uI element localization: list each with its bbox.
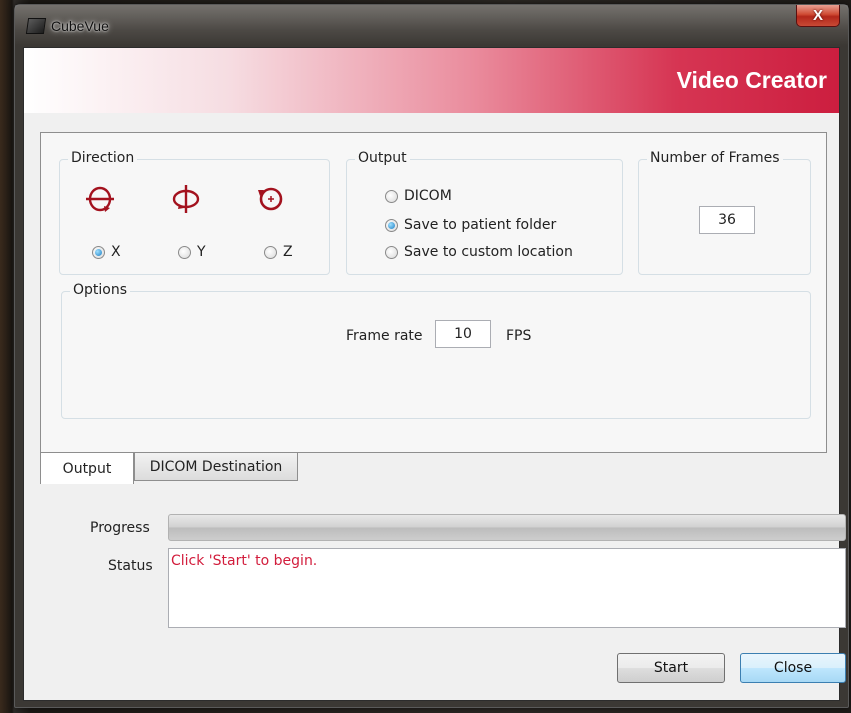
dialog-window: CubeVue X Video Creator Direction X Y Z …	[14, 4, 849, 708]
direction-x-label: X	[111, 244, 121, 260]
window-close-button[interactable]: X	[796, 5, 840, 27]
status-textbox[interactable]: Click 'Start' to begin.	[168, 548, 846, 628]
tab-dicom-destination-label: DICOM Destination	[149, 458, 283, 475]
options-group: Options Frame rate 10 FPS	[61, 282, 811, 419]
tab-dicom-destination[interactable]: DICOM Destination	[134, 452, 298, 481]
close-icon: X	[812, 7, 823, 24]
frame-rate-value: 10	[454, 326, 472, 342]
progress-bar	[168, 514, 846, 541]
direction-group: Direction X Y Z	[59, 150, 330, 275]
start-button[interactable]: Start	[617, 653, 725, 683]
frame-rate-input[interactable]: 10	[435, 320, 491, 348]
status-text: Click 'Start' to begin.	[171, 553, 318, 569]
radio-unchecked-icon	[385, 245, 398, 259]
radio-checked-icon	[385, 218, 398, 232]
radio-unchecked-icon	[178, 245, 191, 259]
tab-output[interactable]: Output	[40, 452, 134, 484]
output-dicom-label: DICOM	[404, 188, 452, 204]
output-dicom-radio[interactable]: DICOM	[385, 188, 452, 204]
output-custom-location-radio[interactable]: Save to custom location	[385, 244, 573, 260]
output-tab-panel: Direction X Y Z Output DICOM Save to pat…	[40, 132, 827, 453]
frames-input[interactable]: 36	[699, 206, 755, 234]
direction-y-label: Y	[197, 244, 206, 260]
window-title: CubeVue	[51, 18, 109, 34]
tab-output-label: Output	[62, 460, 112, 477]
radio-checked-icon	[92, 245, 105, 259]
rotate-y-icon[interactable]	[166, 178, 206, 218]
rotate-z-icon[interactable]	[250, 178, 290, 218]
direction-z-label: Z	[283, 244, 293, 260]
frames-group: Number of Frames 36	[638, 150, 811, 275]
frames-legend: Number of Frames	[647, 150, 783, 166]
output-legend: Output	[355, 150, 410, 166]
cube-app-icon	[25, 18, 47, 34]
direction-y-radio[interactable]: Y	[178, 244, 206, 260]
frame-rate-label: Frame rate	[346, 328, 423, 344]
progress-label: Progress	[90, 520, 150, 536]
close-button[interactable]: Close	[740, 653, 846, 683]
output-custom-location-label: Save to custom location	[404, 244, 573, 260]
banner-title: Video Creator	[676, 67, 827, 93]
output-patient-folder-radio[interactable]: Save to patient folder	[385, 217, 556, 233]
options-legend: Options	[70, 282, 131, 298]
radio-unchecked-icon	[385, 189, 398, 203]
output-group: Output DICOM Save to patient folder Save…	[346, 150, 623, 275]
direction-z-radio[interactable]: Z	[264, 244, 293, 260]
rotate-x-icon[interactable]	[80, 178, 120, 218]
close-button-label: Close	[773, 660, 813, 676]
direction-x-radio[interactable]: X	[92, 244, 121, 260]
radio-unchecked-icon	[264, 245, 277, 259]
dialog-client-area: Video Creator Direction X Y Z Output DIC…	[23, 47, 846, 701]
start-button-label: Start	[653, 660, 689, 676]
title-bar[interactable]: CubeVue X	[15, 5, 848, 47]
fps-label: FPS	[506, 328, 532, 344]
output-patient-folder-label: Save to patient folder	[404, 217, 557, 233]
frames-value: 36	[718, 212, 736, 228]
status-label: Status	[108, 558, 153, 574]
direction-legend: Direction	[68, 150, 138, 166]
header-banner: Video Creator	[24, 48, 839, 113]
